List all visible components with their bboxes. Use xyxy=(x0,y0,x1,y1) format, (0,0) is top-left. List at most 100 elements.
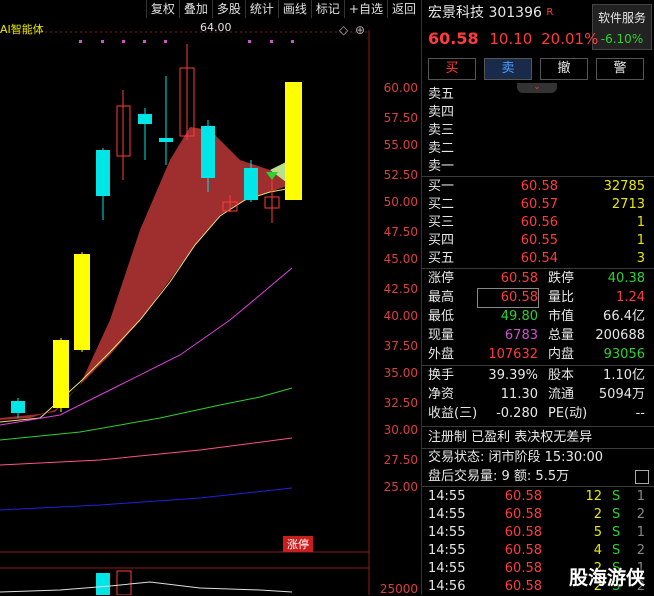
svg-text:◇: ◇ xyxy=(339,23,349,37)
float-value: 5094万 xyxy=(598,387,645,402)
tick-price: 60.58 xyxy=(504,507,542,522)
tick-row: 14:55 60.58 2 S 2 xyxy=(428,506,651,524)
toolbar-draw[interactable]: 画线 xyxy=(277,0,311,18)
stat-label: 涨停 xyxy=(428,271,455,286)
stat-label: 净资 xyxy=(428,387,455,402)
stat-row: 换手 39.39% 股本 1.10亿 xyxy=(428,367,651,385)
ask-level-1: 卖一 xyxy=(428,159,455,174)
watermark: 股海游侠 xyxy=(568,567,645,589)
toolbar-fuquan[interactable]: 复权 xyxy=(145,0,179,18)
ask-level-3: 卖三 xyxy=(428,123,455,138)
kline-svg: ◇ ⊕ xyxy=(0,23,370,595)
tick-side: S xyxy=(612,543,621,558)
total-volume-value: 200688 xyxy=(595,328,645,343)
stat-row: 涨停 60.58 跌停 40.38 xyxy=(428,270,651,288)
bid-volume: 3 xyxy=(636,251,645,266)
sector-name: 软件服务 xyxy=(597,11,646,25)
y-tick: 25.00 xyxy=(383,480,418,494)
bid-row-5: 买五 60.54 3 xyxy=(428,250,651,268)
stock-code: 301396 xyxy=(488,5,542,21)
market-cap-value: 66.4亿 xyxy=(603,309,645,324)
tick-row: 14:55 60.58 5 S 1 xyxy=(428,524,651,542)
toolbar-overlay[interactable]: 叠加 xyxy=(178,0,212,18)
y-tick: 57.50 xyxy=(383,111,418,125)
stat-row: 现量 6783 总量 200688 xyxy=(428,327,651,345)
alert-button[interactable]: 警 xyxy=(596,58,644,80)
cancel-order-button[interactable]: 撤 xyxy=(540,58,588,80)
y-tick: 50.00 xyxy=(383,195,418,209)
ask-level-2: 卖二 xyxy=(428,141,455,156)
tick-count: 1 xyxy=(636,525,645,540)
tick-price: 60.58 xyxy=(504,561,542,576)
volume-tick: 25000 xyxy=(379,582,418,596)
y-tick: 60.00 xyxy=(383,81,418,95)
share-capital-value: 1.10亿 xyxy=(603,368,645,383)
bid-price: 60.58 xyxy=(520,179,558,194)
tick-time: 14:55 xyxy=(428,507,466,522)
bid-label: 买四 xyxy=(428,233,455,248)
toolbar-mark[interactable]: 标记 xyxy=(310,0,344,18)
volume-ratio-value: 1.24 xyxy=(616,290,645,305)
y-tick: 52.50 xyxy=(383,168,418,182)
limit-up-value: 60.58 xyxy=(500,271,538,286)
quote-panel: 宏景科技 301396 R 软件服务 -6.10% 60.58 10.10 20… xyxy=(421,0,654,595)
tick-time: 14:56 xyxy=(428,579,466,594)
sell-button[interactable]: 卖 xyxy=(484,58,532,80)
y-tick: 35.00 xyxy=(383,366,418,380)
bid-price: 60.55 xyxy=(520,233,558,248)
toolbar-stats[interactable]: 统计 xyxy=(244,0,278,18)
y-tick: 45.00 xyxy=(383,252,418,266)
tick-time: 14:55 xyxy=(428,561,466,576)
low-value: 49.80 xyxy=(500,309,538,324)
tick-side: S xyxy=(612,489,621,504)
toolbar-add-watch[interactable]: +自选 xyxy=(343,0,387,18)
kline-chart[interactable]: ◇ ⊕ xyxy=(0,20,420,595)
current-volume-value: 6783 xyxy=(504,328,538,343)
bid-row-2: 买二 60.57 2713 xyxy=(428,196,651,214)
bid-volume: 32785 xyxy=(603,179,645,194)
tick-side: S xyxy=(612,525,621,540)
limit-up-tag: 涨停 xyxy=(283,536,313,552)
tick-price: 60.58 xyxy=(504,579,542,594)
tick-row: 14:55 60.58 12 S 1 xyxy=(428,488,651,506)
calendar-icon[interactable] xyxy=(635,470,649,484)
stat-label: 外盘 xyxy=(428,347,455,362)
y-tick: 47.50 xyxy=(383,225,418,239)
buy-button[interactable]: 买 xyxy=(428,58,476,80)
y-tick: 30.00 xyxy=(383,423,418,437)
inner-volume-value: 93056 xyxy=(603,347,645,362)
y-tick: 55.00 xyxy=(383,138,418,152)
limit-down-value: 40.38 xyxy=(607,271,645,286)
stat-row: 收益(三) -0.280 PE(动) -- xyxy=(428,405,651,423)
price-change-pct: 20.01% xyxy=(541,30,599,48)
toolbar-back[interactable]: 返回 xyxy=(386,0,420,18)
bid-price: 60.57 xyxy=(520,197,558,212)
bid-row-1: 买一 60.58 32785 xyxy=(428,178,651,196)
bid-volume: 1 xyxy=(636,233,645,248)
bid-label: 买二 xyxy=(428,197,455,212)
ask-level-5: 卖五 xyxy=(428,87,455,102)
tick-count: 2 xyxy=(636,543,645,558)
stat-label: 换手 xyxy=(428,368,455,383)
y-tick: 42.50 xyxy=(383,282,418,296)
stat-row: 最高 60.58 量比 1.24 xyxy=(428,288,651,308)
bid-label: 买三 xyxy=(428,215,455,230)
tick-price: 60.58 xyxy=(504,543,542,558)
stat-label: 收益(三) xyxy=(428,406,478,421)
stat-label: 最低 xyxy=(428,309,455,324)
tick-time: 14:55 xyxy=(428,489,466,504)
eps-value: -0.280 xyxy=(496,406,538,421)
stat-row: 净资 11.30 流通 5094万 xyxy=(428,386,651,404)
stat-label: 最高 xyxy=(428,290,455,305)
bid-row-3: 买三 60.56 1 xyxy=(428,214,651,232)
toolbar-multi[interactable]: 多股 xyxy=(211,0,245,18)
tick-row: 14:55 60.58 4 S 2 xyxy=(428,542,651,560)
bid-label: 买五 xyxy=(428,251,455,266)
tick-time: 14:55 xyxy=(428,525,466,540)
tick-side: S xyxy=(612,507,621,522)
tick-price: 60.58 xyxy=(504,489,542,504)
tick-count: 1 xyxy=(636,489,645,504)
stat-row: 最低 49.80 市值 66.4亿 xyxy=(428,308,651,326)
trade-status: 交易状态: 闭市阶段 15:30:00 xyxy=(428,450,604,465)
bid-volume: 1 xyxy=(636,215,645,230)
